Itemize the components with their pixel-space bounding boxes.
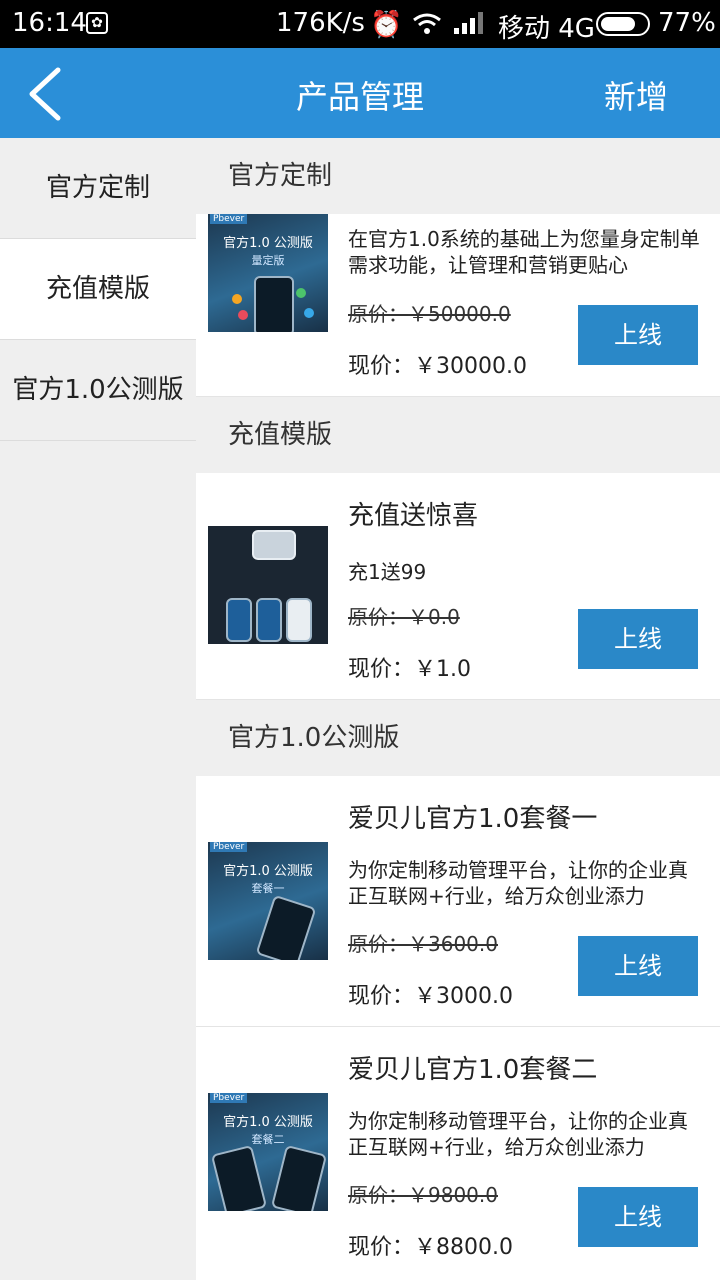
sidebar-item-recharge-template[interactable]: 充值模版 (0, 239, 196, 340)
product-name: 爱贝儿官方1.0套餐二 (348, 1055, 598, 1085)
product-description: 为你定制移动管理平台，让你的企业真正互联网+行业，给万众创业添力 (348, 1109, 688, 1159)
thumb-subtitle: 套餐一 (251, 882, 285, 895)
app-dot-icon (238, 310, 248, 320)
section-header: 官方1.0公测版 (196, 700, 720, 776)
phone-graphic (256, 598, 282, 642)
thumb-brand: Pbever (210, 214, 248, 224)
original-price: 原价：￥3600.0 (348, 932, 498, 956)
product-thumbnail (208, 526, 328, 644)
carrier-label: 移动 4G (498, 14, 595, 44)
product-card[interactable]: Pbever 官方1.0 公测版 量定版 在官方1.0系统的基础上为您量身定制单… (196, 214, 720, 397)
phone-graphic (255, 894, 317, 960)
wifi-icon (413, 13, 441, 34)
product-info: 在官方1.0系统的基础上为您量身定制单需求功能，让管理和营销更贴心 (348, 226, 700, 278)
product-description: 在官方1.0系统的基础上为您量身定制单需求功能，让管理和营销更贴心 (348, 227, 700, 277)
product-info: 爱贝儿官方1.0套餐一 为你定制移动管理平台，让你的企业真正互联网+行业，给万众… (348, 798, 700, 909)
product-thumbnail: Pbever 官方1.0 公测版 套餐二 (208, 1093, 328, 1211)
thumb-title: 官方1.0 公测版 (223, 236, 313, 251)
product-subtitle: 充1送99 (348, 560, 427, 584)
phone-graphic (210, 1144, 268, 1211)
battery-level (601, 17, 635, 31)
thumb-title: 官方1.0 公测版 (223, 864, 313, 879)
app-dot-icon (232, 294, 242, 304)
battery-percent: 77% (658, 8, 716, 38)
thumb-subtitle: 量定版 (251, 254, 285, 267)
product-card[interactable]: Pbever 官方1.0 公测版 套餐二 爱贝儿官方1.0套餐二 为你定制移动管… (196, 1027, 720, 1280)
add-button[interactable]: 新增 (604, 72, 668, 118)
current-price: 现价：￥1.0 (348, 657, 471, 682)
phone-graphic (252, 530, 296, 560)
product-name: 爱贝儿官方1.0套餐一 (348, 804, 598, 834)
phone-graphic (286, 598, 312, 642)
product-thumbnail: Pbever 官方1.0 公测版 量定版 (208, 214, 328, 332)
notification-app-icon: ✿ (86, 12, 108, 34)
product-name: 充值送惊喜 (348, 501, 479, 531)
sidebar-item-official-beta[interactable]: 官方1.0公测版 (0, 340, 196, 441)
app-dot-icon (296, 288, 306, 298)
online-button[interactable]: 上线 (578, 305, 698, 365)
current-price: 现价：￥8800.0 (348, 1235, 513, 1260)
phone-graphic (270, 1144, 328, 1211)
alarm-icon: ⏰ (370, 10, 403, 40)
online-button[interactable]: 上线 (578, 609, 698, 669)
product-list[interactable]: 官方定制 Pbever 官方1.0 公测版 量定版 在官方1.0系统的基础上为您… (196, 138, 720, 1280)
original-price: 原价：￥9800.0 (348, 1183, 498, 1207)
section-header: 官方定制 (196, 138, 720, 214)
signal-icon (454, 12, 483, 34)
product-card[interactable]: 充值送惊喜 充1送99 原价：￥0.0 现价：￥1.0 上线 (196, 473, 720, 700)
battery-icon (596, 12, 650, 36)
product-info: 爱贝儿官方1.0套餐二 为你定制移动管理平台，让你的企业真正互联网+行业，给万众… (348, 1049, 700, 1160)
app-header: 产品管理 新增 (0, 48, 720, 138)
current-price: 现价：￥30000.0 (348, 354, 527, 379)
phone-graphic (254, 276, 294, 332)
online-button[interactable]: 上线 (578, 936, 698, 996)
thumb-subtitle: 套餐二 (251, 1133, 285, 1146)
online-button[interactable]: 上线 (578, 1187, 698, 1247)
product-info: 充值送惊喜 充1送99 (348, 495, 700, 585)
product-thumbnail: Pbever 官方1.0 公测版 套餐一 (208, 842, 328, 960)
product-card[interactable]: Pbever 官方1.0 公测版 套餐一 爱贝儿官方1.0套餐一 为你定制移动管… (196, 776, 720, 1027)
thumb-brand: Pbever (210, 842, 248, 852)
section-header: 充值模版 (196, 397, 720, 473)
network-speed: 176K/s (276, 8, 365, 38)
sidebar-item-official-custom[interactable]: 官方定制 (0, 138, 196, 239)
app-dot-icon (304, 308, 314, 318)
current-price: 现价：￥3000.0 (348, 984, 513, 1009)
product-description: 为你定制移动管理平台，让你的企业真正互联网+行业，给万众创业添力 (348, 858, 688, 908)
category-sidebar: 官方定制 充值模版 官方1.0公测版 (0, 138, 196, 1280)
phone-graphic (226, 598, 252, 642)
original-price: 原价：￥50000.0 (348, 302, 511, 326)
thumb-brand: Pbever (210, 1093, 248, 1103)
status-bar: 16:14 ✿ 176K/s ⏰ 移动 4G 77% (0, 0, 720, 48)
status-time: 16:14 (12, 8, 87, 38)
thumb-title: 官方1.0 公测版 (223, 1115, 313, 1130)
original-price: 原价：￥0.0 (348, 605, 460, 629)
